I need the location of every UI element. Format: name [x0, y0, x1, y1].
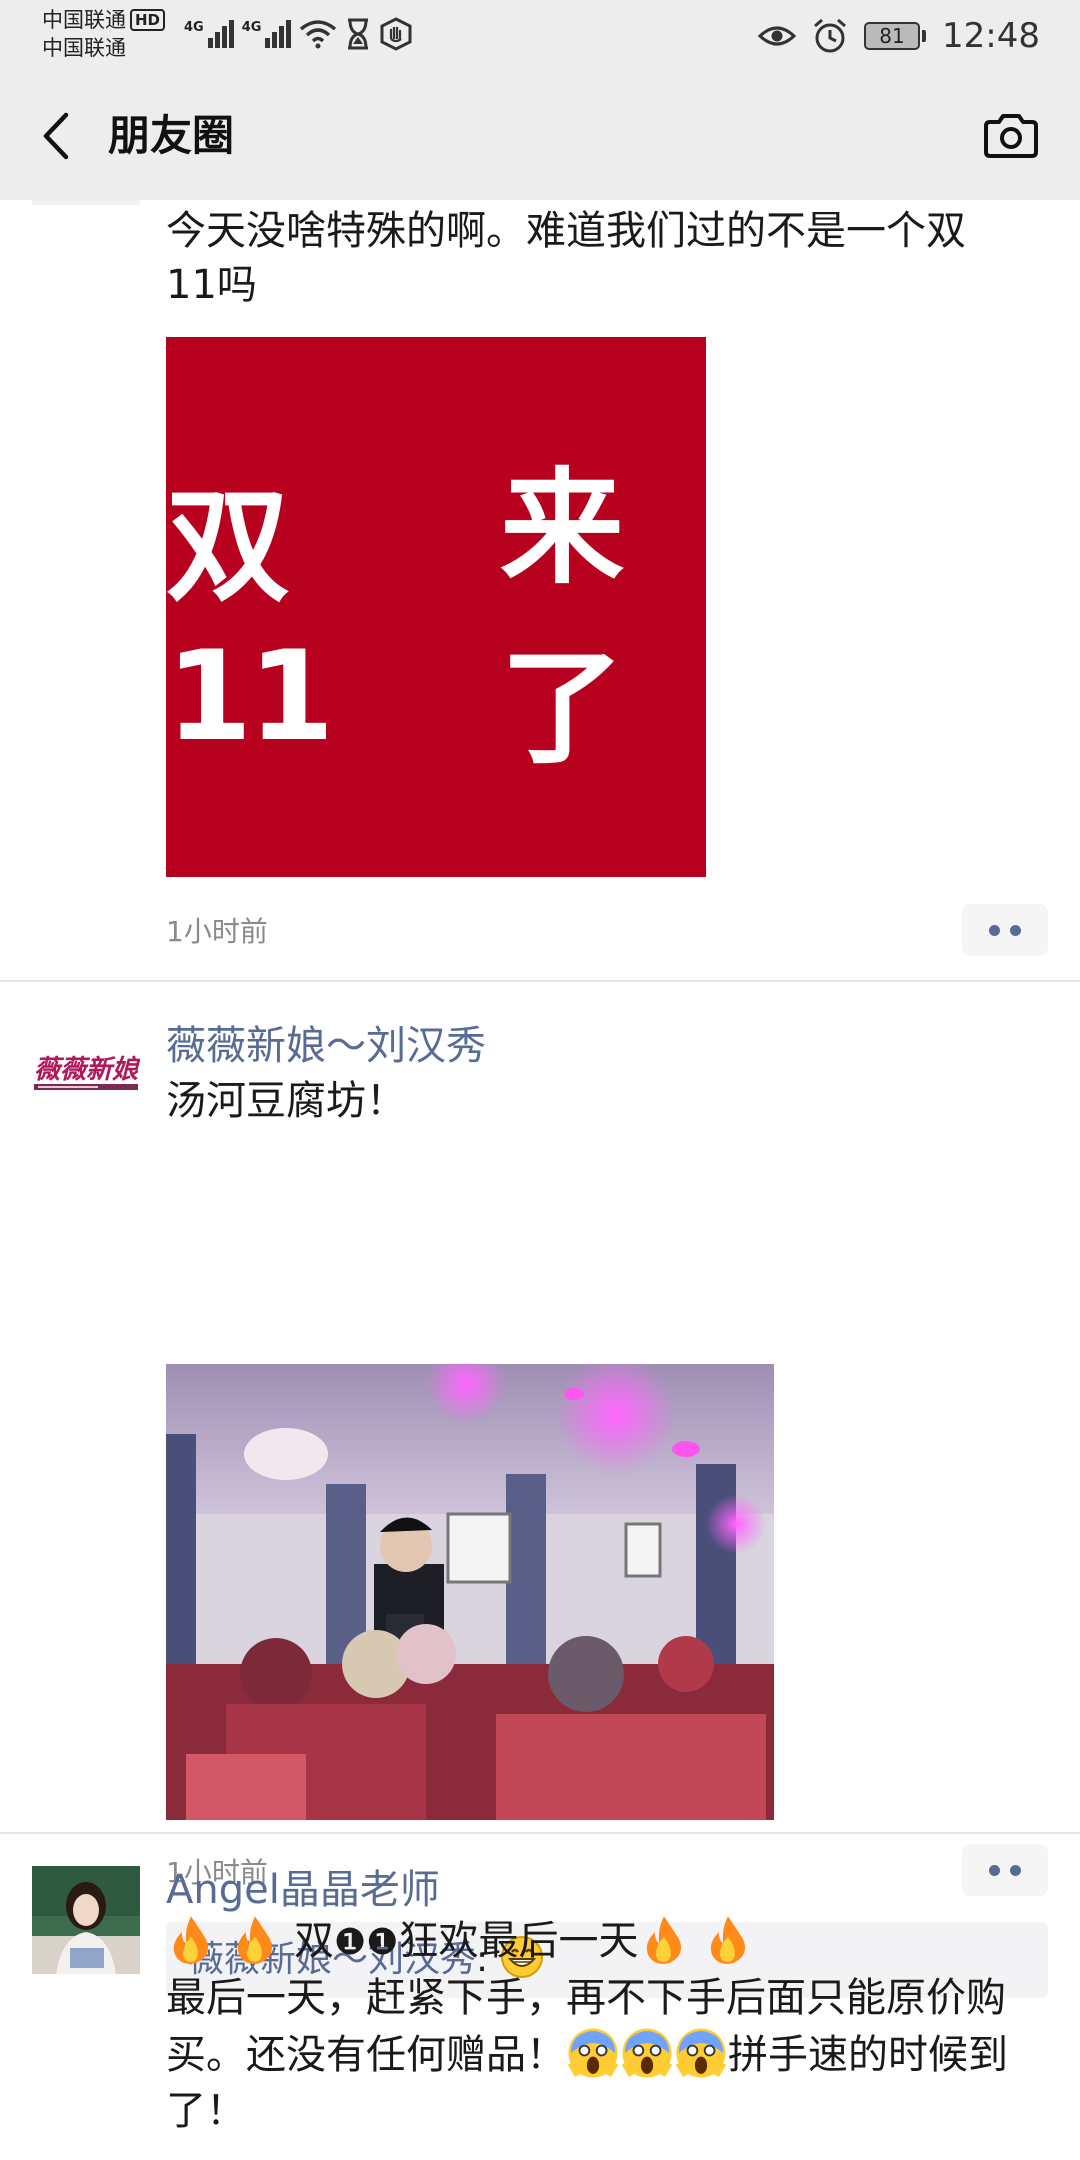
nav-bar: 朋友圈	[0, 72, 1080, 200]
signal-icon-1: 4G	[184, 20, 234, 48]
more-dots-icon	[989, 924, 1000, 936]
avatar[interactable]	[32, 200, 140, 205]
camera-button[interactable]	[980, 106, 1042, 166]
fire-emoji-icon	[173, 1916, 209, 1964]
carrier-name-2: 中国联通	[42, 36, 126, 60]
signal-indicators: 4G 4G	[184, 14, 413, 54]
network-type-1: 4G	[184, 20, 204, 35]
more-button[interactable]	[962, 904, 1048, 956]
hd-badge: HD	[130, 9, 166, 31]
post-text: 汤河豆腐坊！	[166, 1078, 406, 1124]
carrier-info: 中国联通 HD 中国联通	[42, 6, 166, 62]
post-text: 双❶❶狂欢最后一天 最后一天，赶紧下手，再不下手后面只能原价购买。还没有任何赠品…	[166, 1914, 1016, 2139]
camera-icon	[984, 114, 1038, 158]
fire-emoji-icon	[710, 1916, 745, 1964]
back-button[interactable]	[30, 108, 80, 164]
moment-post: Angel晶晶老师 双❶❶狂欢最后一天 最后一天，赶紧下手，再不下手后面只能原价…	[0, 1834, 1080, 2160]
post-image-photo[interactable]	[166, 1364, 774, 1820]
battery-icon: 81	[864, 22, 927, 50]
scream-emoji-icon	[621, 2028, 673, 2078]
post-time: 1小时前	[166, 915, 268, 948]
back-arrow-icon	[43, 112, 69, 160]
hourglass-icon	[348, 18, 369, 50]
clock: 12:48	[942, 16, 1040, 56]
status-right: 81 12:48	[758, 12, 1040, 60]
image-text-right: 来了	[500, 457, 624, 781]
carrier-name-1: 中国联通	[42, 8, 126, 32]
avatar-logo-text: 薇薇新娘	[34, 1055, 140, 1085]
image-text-left: 双11	[166, 475, 335, 769]
post-author[interactable]: 薇薇新娘～刘汉秀	[166, 1020, 486, 1072]
post-author[interactable]: Angel晶晶老师	[166, 1864, 440, 1916]
wifi-icon	[300, 20, 337, 49]
alarm-icon	[814, 18, 846, 53]
scream-emoji-icon	[675, 2028, 727, 2078]
signal-icon-2: 4G	[242, 20, 292, 48]
battery-level: 81	[864, 22, 921, 50]
moment-post: 今天没啥特殊的啊。难道我们过的不是一个双11吗 双11 来了 1小时前	[0, 200, 1080, 980]
fire-emoji-icon	[646, 1916, 681, 1964]
scream-emoji-icon	[567, 2028, 619, 2078]
page-title: 朋友圈	[108, 111, 235, 160]
eye-icon	[758, 26, 797, 46]
status-bar: 中国联通 HD 中国联通 4G 4G 81 12:48	[0, 0, 1080, 72]
network-type-2: 4G	[241, 20, 262, 35]
post-text: 今天没啥特殊的啊。难道我们过的不是一个双11吗	[166, 208, 966, 308]
hand-shield-icon	[380, 17, 412, 51]
moments-feed[interactable]: 今天没啥特殊的啊。难道我们过的不是一个双11吗 双11 来了 1小时前 薇薇新娘…	[0, 200, 1080, 2160]
fire-emoji-icon	[237, 1916, 273, 1964]
avatar[interactable]: 薇薇新娘	[32, 1022, 140, 1130]
avatar[interactable]	[32, 1866, 140, 1974]
post-image[interactable]: 双11 来了	[166, 337, 706, 877]
